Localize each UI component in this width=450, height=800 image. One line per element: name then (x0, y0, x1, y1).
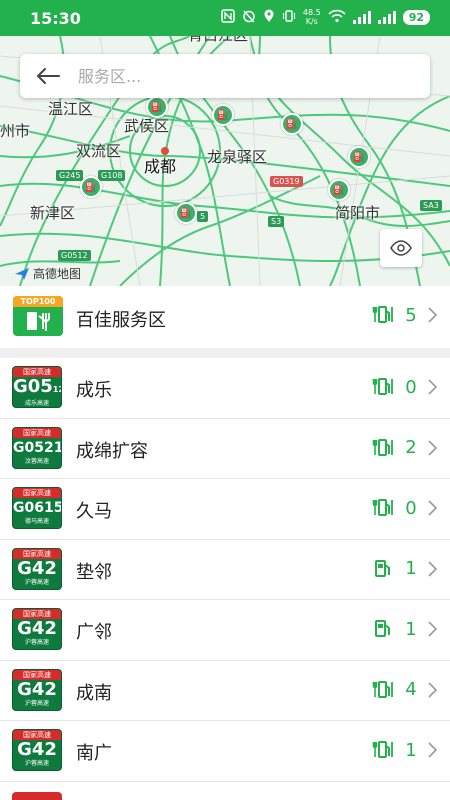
location-icon (263, 9, 275, 26)
vibrate-icon (282, 9, 296, 26)
service-count: 0 (405, 497, 417, 519)
highway-name: 广邻 (76, 622, 112, 643)
map-label-top: 青白江区 (188, 36, 248, 45)
featured-row[interactable]: TOP100 百佳服务区 5 (0, 286, 450, 348)
service-area-pin[interactable]: ⛽ (80, 176, 102, 198)
eye-icon (390, 240, 412, 256)
map-label-chengdu: 成都 (144, 157, 177, 176)
road-badge-sa3: SA3 (420, 200, 442, 211)
map-label-jianyang: 简阳市 (335, 204, 381, 222)
chevron-right-icon (428, 439, 438, 456)
highway-row[interactable]: 国家高速 G42 沪蓉高速 南广 1 (0, 721, 450, 782)
service-area-pin[interactable]: ⛽ (281, 113, 303, 135)
map-label-wenjiang: 温江区 (48, 100, 94, 118)
road-badge-g0512: G0512 (58, 250, 91, 261)
fuel-restaurant-icon (372, 499, 393, 516)
road-badge-s3: S3 (268, 216, 285, 227)
search-input[interactable] (76, 65, 400, 87)
status-bar: 15:30 48.5 K/s 92 (0, 0, 450, 36)
highway-name: 成绵扩容 (76, 440, 148, 462)
service-count: 0 (405, 376, 417, 398)
highway-shield-partial (12, 792, 62, 800)
highway-name: 垫邻 (76, 561, 112, 583)
map-logo: 高德地图 (14, 265, 81, 282)
map-label-wuhou: 武侯区 (124, 117, 170, 135)
fuel-restaurant-icon (372, 741, 393, 758)
top100-badge: TOP100 (13, 296, 63, 336)
highway-shield: 国家高速 G0512 成乐高速 (12, 366, 62, 408)
chevron-right-icon (428, 560, 438, 577)
service-area-pin[interactable]: ⛽ (328, 179, 350, 201)
back-arrow-icon[interactable] (20, 54, 76, 98)
highway-name: 成南 (76, 682, 112, 704)
chevron-right-icon (428, 379, 438, 395)
highway-name: 成乐 (76, 380, 112, 401)
highway-row[interactable]: 国家高速 G42 沪蓉高速 垫邻 1 (0, 539, 450, 600)
service-area-pin[interactable]: ⛽ (348, 146, 370, 168)
chevron-right-icon (428, 307, 438, 323)
highway-shield: 国家高速 G42 沪蓉高速 (12, 547, 62, 590)
status-time: 15:30 (30, 9, 81, 28)
battery-indicator: 92 (402, 9, 430, 25)
service-count: 1 (405, 739, 417, 761)
fuel-restaurant-icon (372, 438, 393, 456)
chevron-right-icon (428, 500, 438, 516)
fuel-station-icon (375, 620, 390, 637)
map-label-shuangliu: 双流区 (76, 142, 122, 160)
highway-shield: 国家高速 G0521 汶蓉高速 (12, 426, 62, 469)
fuel-restaurant-icon (372, 680, 393, 698)
featured-name: 百佳服务区 (76, 310, 166, 331)
road-badge-s5: 5 (197, 211, 209, 222)
signal-icon (352, 10, 371, 24)
service-count: 5 (405, 304, 417, 326)
fuel-restaurant-icon (372, 306, 393, 323)
highway-row[interactable]: 国家高速 G0512 成乐高速 成乐 0 (0, 358, 450, 419)
highway-shield: 国家高速 G0615 德马高速 (12, 487, 62, 529)
alarm-off-icon (242, 9, 256, 26)
highway-name: 久马 (76, 501, 112, 522)
highway-shield: 国家高速 G42 沪蓉高速 (12, 729, 62, 771)
status-icons: 48.5 K/s 92 (221, 8, 430, 26)
locate-button[interactable] (380, 229, 422, 267)
map-label-zhou: 州市 (0, 122, 31, 140)
service-area-pin[interactable]: ⛽ (212, 104, 234, 126)
highway-shield: 国家高速 G42 沪蓉高速 (12, 608, 62, 650)
road-badge-g0319: G0319 (270, 176, 303, 187)
network-speed: 48.5 K/s (302, 8, 321, 26)
highway-row[interactable]: 国家高速 G42 沪蓉高速 广邻 1 (0, 600, 450, 661)
service-area-pin[interactable]: ⛽ (175, 202, 197, 224)
featured-right: 5 (372, 304, 438, 326)
highway-list: 国家高速 G0512 成乐高速 成乐 0 国家高速 G0521 汶蓉高速 成绵扩… (0, 358, 450, 782)
service-count: 1 (405, 618, 417, 640)
signal-icon-2 (377, 10, 396, 24)
nfc-icon (221, 8, 235, 26)
chevron-right-icon (428, 621, 438, 637)
service-count: 2 (405, 437, 417, 458)
road-badge-g108: G108 (98, 170, 126, 181)
service-area-pin[interactable]: ⛽ (146, 96, 168, 118)
road-badge-g245: G245 (56, 170, 84, 181)
navigation-arrow-icon (15, 267, 29, 280)
fuel-station-icon (375, 559, 390, 577)
service-area-icon (27, 312, 50, 331)
section-divider (0, 348, 450, 358)
map-label-longquanyi: 龙泉驿区 (207, 148, 268, 166)
highway-row[interactable]: 国家高速 G0615 德马高速 久马 0 (0, 479, 450, 540)
service-count: 4 (405, 679, 417, 700)
highway-row[interactable]: 国家高速 G42 沪蓉高速 成南 4 (0, 660, 450, 721)
highway-name: 南广 (76, 743, 112, 764)
highway-shield: 国家高速 G42 沪蓉高速 (12, 668, 62, 711)
chevron-right-icon (428, 742, 438, 758)
search-bar (20, 54, 430, 98)
chevron-right-icon (428, 681, 438, 698)
map-label-xinjin: 新津区 (30, 204, 76, 222)
wifi-icon (328, 9, 346, 26)
fuel-restaurant-icon (372, 378, 393, 395)
highway-row[interactable]: 国家高速 G0521 汶蓉高速 成绵扩容 2 (0, 418, 450, 479)
service-count: 1 (405, 558, 417, 579)
